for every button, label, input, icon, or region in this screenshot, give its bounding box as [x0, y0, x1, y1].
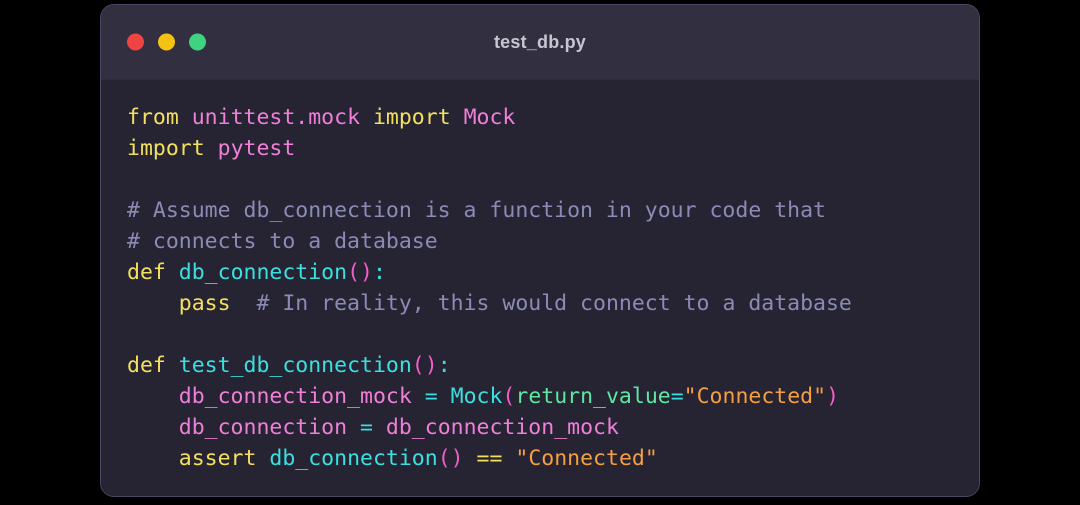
token-keyword-assert: assert	[178, 446, 257, 471]
token-keyword-from: from	[127, 105, 179, 130]
window-titlebar[interactable]: test_db.py	[101, 5, 979, 80]
token-paren-open: (	[347, 260, 361, 285]
token-comment-assume: # Assume db_connection is a function in …	[127, 198, 826, 223]
code-line-8-blank	[127, 319, 953, 350]
code-window: test_db.py from unittest.mock import Moc…	[100, 4, 980, 497]
token-paren-open: (	[502, 384, 516, 409]
token-paren-close: )	[424, 353, 438, 378]
code-block: from unittest.mock import Mock import pyt…	[127, 102, 953, 474]
token-function-db-connection: db_connection	[269, 446, 438, 471]
code-line-7: pass # In reality, this would connect to…	[127, 288, 953, 319]
traffic-light-group	[127, 33, 206, 51]
token-paren-close: )	[826, 384, 840, 409]
code-line-5: # connects to a database	[127, 226, 953, 257]
close-window-icon[interactable]	[127, 33, 144, 51]
token-class-mock: Mock	[450, 384, 503, 409]
token-keyword-import: import	[372, 105, 451, 130]
token-class-mock: Mock	[463, 105, 516, 130]
token-keyword-def: def	[127, 260, 166, 285]
code-line-1: from unittest.mock import Mock	[127, 102, 953, 133]
token-assign: =	[670, 384, 684, 409]
token-paren-open: (	[437, 446, 451, 471]
token-comment-connects: # connects to a database	[127, 229, 438, 254]
screenshot-canvas: test_db.py from unittest.mock import Moc…	[0, 0, 1080, 505]
token-keyword-def: def	[127, 353, 166, 378]
token-param-return-value: return_value	[515, 384, 671, 409]
token-paren-open: (	[411, 353, 425, 378]
token-variable-db-connection-mock: db_connection_mock	[178, 384, 412, 409]
token-paren-close: )	[450, 446, 464, 471]
token-comment-in-reality: # In reality, this would connect to a da…	[256, 291, 852, 316]
code-editor-area[interactable]: from unittest.mock import Mock import pyt…	[101, 80, 979, 496]
window-title: test_db.py	[493, 31, 587, 52]
token-paren-close: )	[360, 260, 373, 285]
token-function-test-db-connection: test_db_connection	[178, 353, 412, 378]
token-variable-db-connection: db_connection	[178, 415, 348, 440]
code-line-10: db_connection_mock = Mock(return_value="…	[127, 381, 953, 412]
token-keyword-pass: pass	[178, 291, 231, 316]
code-line-3-blank	[127, 164, 953, 195]
token-variable-db-connection-mock: db_connection_mock	[385, 415, 619, 440]
code-line-2: import pytest	[127, 133, 953, 164]
code-line-6: def db_connection():	[127, 257, 953, 288]
token-string-connected: "Connected"	[515, 446, 658, 471]
token-colon: :	[372, 260, 386, 285]
token-function-db-connection: db_connection	[178, 260, 348, 285]
token-assign: =	[360, 415, 373, 440]
token-equality-operator: ==	[476, 446, 503, 471]
token-string-connected: "Connected"	[683, 384, 827, 409]
code-line-12: assert db_connection() == "Connected"	[127, 443, 953, 474]
code-line-9: def test_db_connection():	[127, 350, 953, 381]
token-module-pytest: pytest	[217, 136, 296, 161]
code-line-4: # Assume db_connection is a function in …	[127, 195, 953, 226]
token-colon: :	[437, 353, 451, 378]
code-line-11: db_connection = db_connection_mock	[127, 412, 953, 443]
token-keyword-import: import	[127, 136, 205, 161]
minimize-window-icon[interactable]	[158, 33, 175, 51]
token-module-unittest-mock: unittest.mock	[191, 105, 361, 130]
token-assign: =	[424, 384, 438, 409]
maximize-window-icon[interactable]	[189, 33, 206, 51]
